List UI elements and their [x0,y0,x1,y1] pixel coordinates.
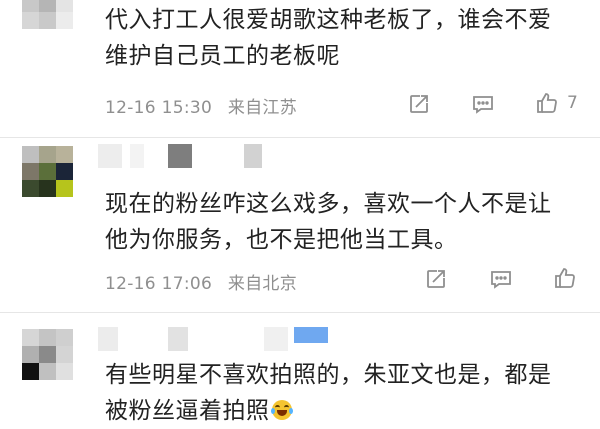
share-icon[interactable] [424,267,448,291]
reply-icon[interactable] [489,267,513,291]
laughing-crying-emoji [270,400,293,420]
comment-text-line: 现在的粉丝咋这么戏多，喜欢一个人不是让 [105,191,552,217]
share-icon[interactable] [407,92,431,116]
comment-location: 来自北京 [227,274,298,294]
comment-text-line: 有些明星不喜欢拍照的，朱亚文也是，都是 [105,362,552,388]
comment-time: 12-16 17:06 [105,274,213,294]
comment-text: 有些明星不喜欢拍照的，朱亚文也是，都是 被粉丝逼着拍照 [105,357,585,429]
comment-text-line: 被粉丝逼着拍照 [105,393,585,429]
comment-location: 来自江苏 [227,98,298,118]
comment-item: 现在的粉丝咋这么戏多，喜欢一个人不是让 他为你服务，也不是把他当工具。 12-1… [0,138,600,308]
comment-item: 有些明星不喜欢拍照的，朱亚文也是，都是 被粉丝逼着拍照 [0,313,600,424]
blurred-username[interactable] [98,327,358,353]
thumbs-up-icon[interactable] [553,266,577,290]
avatar[interactable] [22,0,74,30]
avatar[interactable] [22,146,74,198]
like-count: 7 [567,93,578,113]
reply-icon[interactable] [471,92,495,116]
avatar[interactable] [22,329,74,381]
comment-meta: 12-16 17:06 来自北京 [105,269,297,294]
comment-time: 12-16 15:30 [105,98,213,118]
comment-text-line-content: 被粉丝逼着拍照 [105,398,270,424]
thumbs-up-icon[interactable] [535,91,559,115]
comment-text-line: 代入打工人很爱胡歌这种老板了，谁会不爱 [105,7,552,33]
comment-text-line: 维护自己员工的老板呢 [105,43,340,69]
comment-text: 代入打工人很爱胡歌这种老板了，谁会不爱 维护自己员工的老板呢 [105,2,585,74]
comment-text: 现在的粉丝咋这么戏多，喜欢一个人不是让 他为你服务，也不是把他当工具。 [105,186,585,258]
blurred-username[interactable] [98,144,298,170]
comment-item: 代入打工人很爱胡歌这种老板了，谁会不爱 维护自己员工的老板呢 12-16 15:… [0,0,600,130]
comment-meta: 12-16 15:30 来自江苏 [105,93,297,118]
comment-text-line: 他为你服务，也不是把他当工具。 [105,227,458,253]
